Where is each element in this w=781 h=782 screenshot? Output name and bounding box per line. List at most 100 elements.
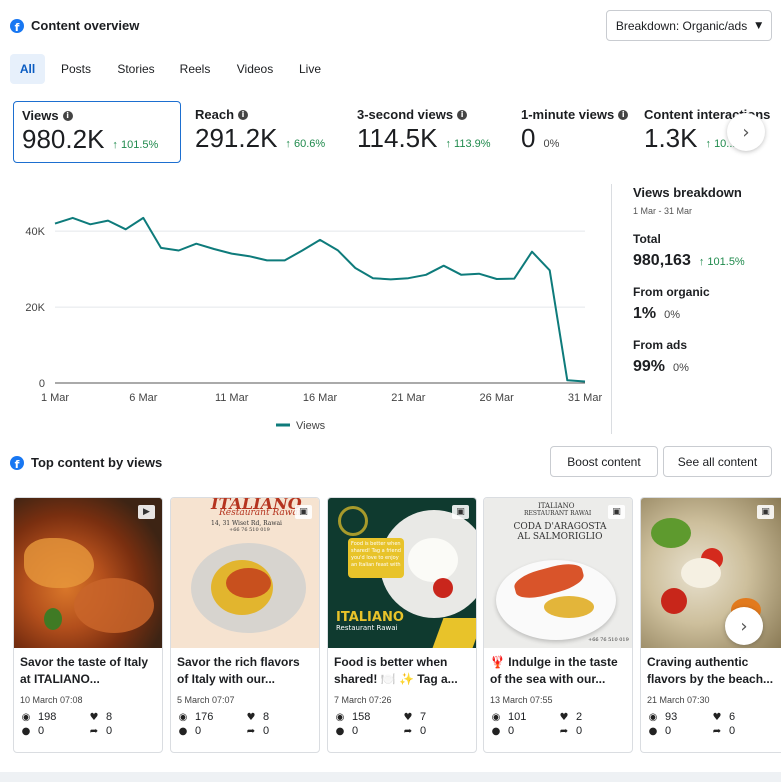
comment-icon: ● bbox=[335, 725, 345, 737]
breakdown-label: Breakdown: Organic/ads bbox=[615, 18, 748, 33]
content-card[interactable]: ITALIANO RESTAURANT RAWAI CODA D'ARAGOST… bbox=[483, 497, 633, 753]
likes-count: 6 bbox=[729, 711, 736, 723]
thumb-dish: CODA D'ARAGOSTA AL SALMORIGLIO bbox=[513, 522, 607, 542]
herb-shape bbox=[44, 608, 62, 630]
thumb-address: 14, 31 Wiset Rd, Rawai bbox=[211, 520, 282, 527]
metrics-next-button[interactable]: › bbox=[727, 113, 765, 151]
thumb-subtitle: Restaurant Rawai bbox=[336, 624, 398, 632]
post-caption: Savor the taste of Italy at ITALIANO... bbox=[20, 655, 149, 686]
page-title: Content overview bbox=[31, 18, 140, 33]
eye-icon: ◉ bbox=[335, 711, 345, 723]
breakdown-total-value: 980,163 bbox=[633, 252, 691, 269]
thumb-subtitle: RESTAURANT RAWAI bbox=[524, 510, 592, 517]
burrata-shape bbox=[408, 538, 458, 582]
tab-reels[interactable]: Reels bbox=[174, 54, 216, 84]
x-tick-label: 31 Mar bbox=[568, 392, 603, 404]
comments-count: 0 bbox=[38, 725, 45, 737]
heart-icon: ♥ bbox=[246, 711, 256, 723]
tomato-shape bbox=[661, 588, 687, 614]
metric-value: 0 bbox=[521, 123, 536, 153]
thumb-phone: +66 76 510 019 bbox=[588, 637, 629, 643]
tab-live[interactable]: Live bbox=[292, 54, 328, 84]
metric-1-minute-views[interactable]: 1-minute views i 0 0% bbox=[513, 101, 638, 163]
arrow-up-icon: ↑ bbox=[285, 138, 291, 150]
info-icon[interactable]: i bbox=[618, 109, 629, 120]
heart-icon: ♥ bbox=[403, 711, 413, 723]
video-icon: ▶ bbox=[138, 505, 155, 519]
x-tick-label: 26 Mar bbox=[480, 392, 515, 404]
content-card[interactable]: ▶ Savor the taste of Italy at ITALIANO..… bbox=[13, 497, 163, 753]
thumb-title: ITALIANO bbox=[538, 502, 575, 510]
share-icon: ➦ bbox=[89, 725, 99, 737]
breakdown-dropdown[interactable]: Breakdown: Organic/ads ▼ bbox=[606, 10, 772, 41]
eye-icon: ◉ bbox=[178, 711, 188, 723]
metric-value: 1.3K bbox=[644, 123, 698, 153]
metric-reach[interactable]: Reach i 291.2K ↑ 60.6% bbox=[187, 101, 347, 163]
tab-posts[interactable]: Posts bbox=[55, 54, 97, 84]
chevron-right-icon: › bbox=[742, 121, 750, 143]
content-card[interactable]: ITALIANO Restaurant Rawai 14, 31 Wiset R… bbox=[170, 497, 320, 753]
tomato-shape bbox=[433, 578, 453, 598]
see-all-content-button[interactable]: See all content bbox=[663, 446, 772, 477]
info-icon[interactable]: i bbox=[457, 109, 468, 120]
tab-all[interactable]: All bbox=[10, 54, 45, 84]
metric-3-second-views[interactable]: 3-second views i 114.5K ↑ 113.9% bbox=[349, 101, 514, 163]
legend-label: Views bbox=[296, 420, 326, 432]
heart-icon: ♥ bbox=[712, 711, 722, 723]
post-date: 21 March 07:30 bbox=[647, 695, 710, 705]
content-card[interactable]: Food is better when shared! Tag a friend… bbox=[327, 497, 477, 753]
post-thumbnail[interactable]: ITALIANO RESTAURANT RAWAI CODA D'ARAGOST… bbox=[484, 498, 632, 648]
y-tick-label: 40K bbox=[25, 226, 45, 238]
info-icon[interactable]: i bbox=[238, 109, 249, 120]
post-thumbnail[interactable]: Food is better when shared! Tag a friend… bbox=[328, 498, 476, 648]
tab-videos[interactable]: Videos bbox=[229, 54, 281, 84]
comment-icon: ● bbox=[648, 725, 658, 737]
metric-delta: ↑ 60.6% bbox=[285, 138, 326, 150]
post-date: 10 March 07:08 bbox=[20, 695, 83, 705]
thumb-title: ITALIANO bbox=[336, 610, 404, 625]
thumb-bubble: Food is better when shared! Tag a friend… bbox=[348, 538, 404, 578]
boost-content-button[interactable]: Boost content bbox=[550, 446, 658, 477]
heart-icon: ♥ bbox=[89, 711, 99, 723]
breakdown-title: Views breakdown bbox=[633, 185, 742, 200]
tab-stories[interactable]: Stories bbox=[110, 54, 162, 84]
chevron-right-icon: › bbox=[740, 615, 748, 637]
views-count: 176 bbox=[195, 711, 214, 723]
comment-icon: ● bbox=[178, 725, 188, 737]
cards-next-button[interactable]: › bbox=[725, 607, 763, 645]
shares-count: 0 bbox=[420, 725, 427, 737]
views-line-chart: 0 20K 40K 1 Mar 6 Mar 11 Mar 16 Mar 21 Mar 26 Ma… bbox=[25, 216, 603, 432]
page-bottom-strip bbox=[0, 772, 781, 782]
share-icon: ➦ bbox=[559, 725, 569, 737]
cheese-shape bbox=[681, 558, 721, 588]
likes-count: 8 bbox=[263, 711, 270, 723]
shares-count: 0 bbox=[263, 725, 270, 737]
post-thumbnail[interactable]: ITALIANO Restaurant Rawai 14, 31 Wiset R… bbox=[171, 498, 319, 648]
breakdown-total-delta: ↑ 101.5% bbox=[698, 256, 745, 268]
views-count: 158 bbox=[352, 711, 371, 723]
eye-icon: ◉ bbox=[648, 711, 658, 723]
facebook-icon: f bbox=[10, 456, 24, 470]
eye-icon: ◉ bbox=[491, 711, 501, 723]
views-count: 198 bbox=[38, 711, 57, 723]
facebook-icon: f bbox=[10, 19, 24, 33]
photo-icon: ▣ bbox=[757, 505, 774, 519]
caret-down-icon: ▼ bbox=[755, 20, 763, 31]
shrimp-shape bbox=[226, 568, 271, 598]
post-thumbnail[interactable]: ▶ bbox=[14, 498, 162, 648]
decor-stripe bbox=[432, 618, 476, 648]
photo-icon: ▣ bbox=[452, 505, 469, 519]
breakdown-total-row: 980,163 ↑ 101.5% bbox=[633, 252, 745, 270]
breakdown-date-range: 1 Mar - 31 Mar bbox=[633, 206, 693, 216]
breakdown-ads-delta: 0% bbox=[673, 362, 689, 374]
arrow-up-icon: ↑ bbox=[705, 138, 712, 150]
photo-icon: ▣ bbox=[608, 505, 625, 519]
metric-views[interactable]: Views i 980.2K ↑ 101.5% bbox=[13, 101, 181, 163]
info-icon[interactable]: i bbox=[62, 110, 73, 121]
comments-count: 0 bbox=[508, 725, 515, 737]
series-line-views bbox=[54, 216, 586, 383]
x-tick-label: 1 Mar bbox=[41, 392, 69, 404]
breakdown-total-label: Total bbox=[633, 232, 661, 246]
likes-count: 8 bbox=[106, 711, 113, 723]
photo-icon: ▣ bbox=[295, 505, 312, 519]
